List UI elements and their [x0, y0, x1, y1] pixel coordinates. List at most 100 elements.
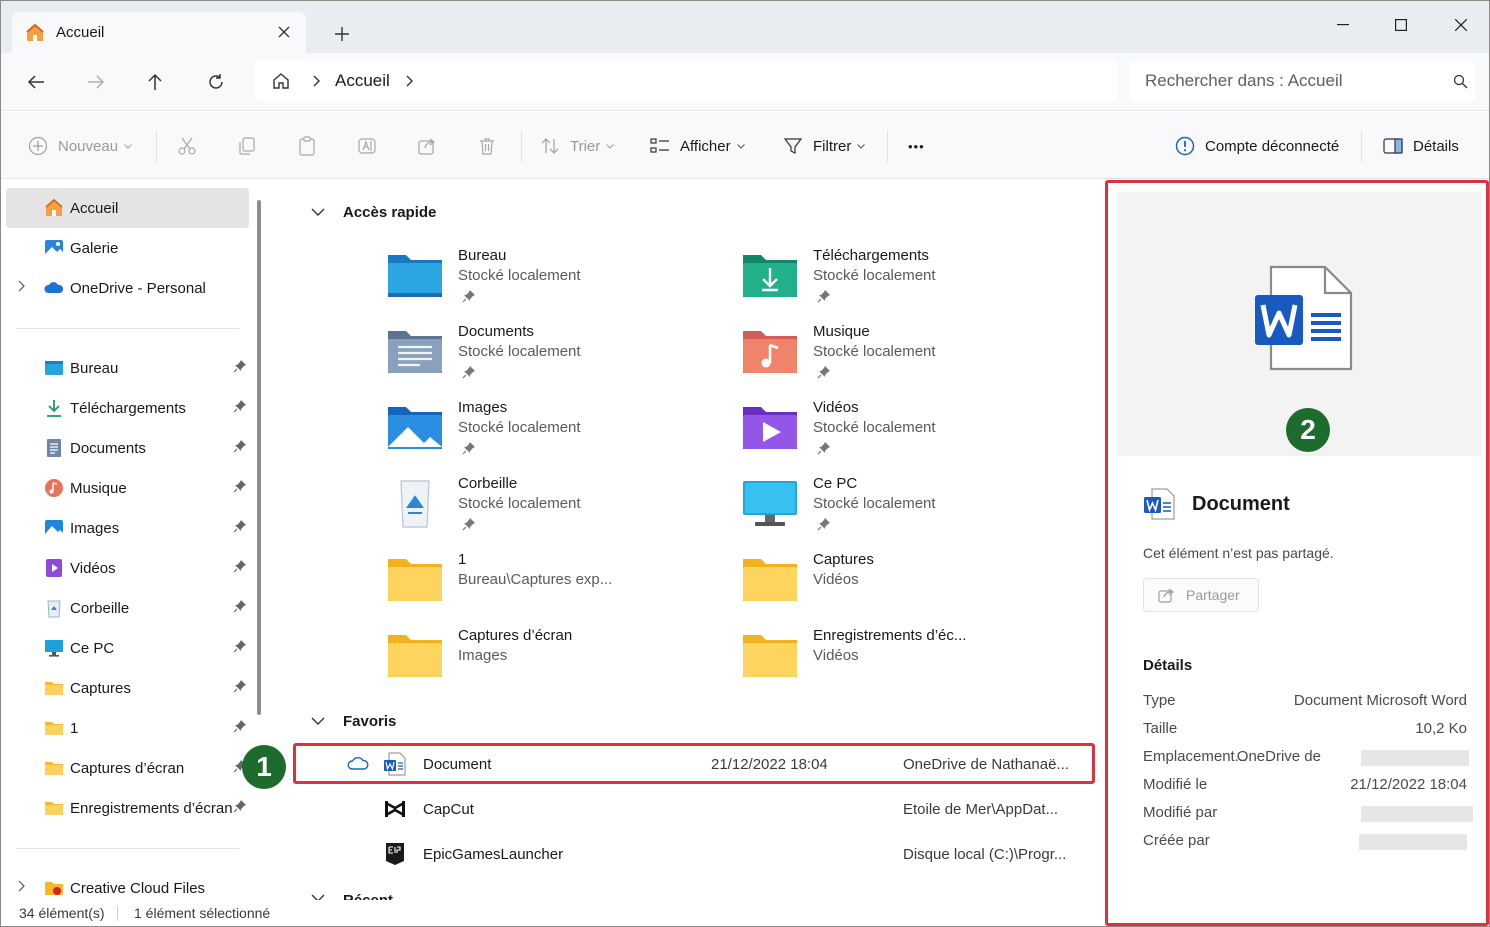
- sidebar-item-bureau[interactable]: Bureau: [6, 348, 249, 388]
- minimize-icon: [1337, 24, 1349, 26]
- share-button-label: Partager: [1186, 587, 1240, 603]
- qa-item-name: Téléchargements: [813, 247, 929, 264]
- chevron-right-icon[interactable]: [18, 880, 25, 892]
- home-outline-icon[interactable]: [271, 71, 291, 91]
- back-button[interactable]: [18, 64, 54, 100]
- documents-icon: [47, 439, 61, 457]
- sidebar-item-captures-ecran[interactable]: Captures d’écran: [6, 748, 249, 788]
- qa-item-ce-pc[interactable]: Ce PC Stocké localement: [741, 475, 1071, 545]
- details-pane-icon: [1383, 138, 1403, 154]
- search-box[interactable]: [1129, 61, 1475, 101]
- share-button[interactable]: [417, 128, 437, 164]
- command-bar: Nouveau Trier Afficher Filtrer ••• Compt…: [1, 112, 1489, 179]
- qa-item-bureau[interactable]: Bureau Stocké localement: [386, 247, 716, 317]
- word-document-large-icon: [1255, 265, 1353, 371]
- qa-item-name: Images: [458, 399, 508, 416]
- favorite-row-capcut[interactable]: CapCut Etoile de Mer\AppDat...: [293, 789, 1093, 829]
- maximize-button[interactable]: [1371, 5, 1431, 45]
- view-button[interactable]: Afficher: [650, 128, 745, 164]
- pin-icon[interactable]: [233, 439, 247, 457]
- search-input[interactable]: [1145, 71, 1435, 91]
- chevron-down-icon: [311, 208, 325, 216]
- sidebar-item-musique[interactable]: Musique: [6, 468, 249, 508]
- search-icon[interactable]: [1453, 74, 1468, 89]
- chevron-right-icon[interactable]: [313, 75, 321, 87]
- qa-item-telechargements[interactable]: Téléchargements Stocké localement: [741, 247, 1071, 317]
- breadcrumb[interactable]: Accueil: [335, 71, 390, 91]
- favorites-header[interactable]: Favoris: [311, 709, 396, 733]
- qa-item-videos[interactable]: Vidéos Stocké localement: [741, 399, 1071, 469]
- sidebar-item-onedrive[interactable]: OneDrive - Personal: [6, 268, 249, 308]
- sidebar-item-enregistrements-ecran[interactable]: Enregistrements d’écran: [6, 788, 249, 828]
- pin-icon[interactable]: [233, 599, 247, 617]
- close-window-button[interactable]: [1431, 5, 1489, 45]
- paste-button[interactable]: [297, 128, 317, 164]
- pin-icon[interactable]: [233, 679, 247, 697]
- up-button[interactable]: [137, 64, 173, 100]
- chevron-down-icon: [857, 143, 866, 149]
- pin-icon[interactable]: [233, 559, 247, 577]
- qa-item-1[interactable]: 1 Bureau\Captures exp...: [386, 551, 716, 621]
- details-pane: 2 Document Cet élément n’est pas partagé…: [1105, 180, 1489, 926]
- address-bar[interactable]: Accueil: [255, 61, 1117, 101]
- tab-accueil[interactable]: Accueil: [12, 12, 306, 53]
- favorite-row-epic[interactable]: EpicGamesLauncher Disque local (C:)\Prog…: [293, 834, 1093, 874]
- pin-icon[interactable]: [233, 519, 247, 537]
- new-button[interactable]: Nouveau: [28, 128, 132, 164]
- recent-header[interactable]: Récent: [311, 888, 393, 900]
- share-file-button[interactable]: Partager: [1143, 578, 1259, 612]
- pin-icon[interactable]: [233, 799, 247, 817]
- qa-item-enregistrements[interactable]: Enregistrements d’éc... Vidéos: [741, 627, 1071, 697]
- qa-item-captures-ecran[interactable]: Captures d’écran Images: [386, 627, 716, 697]
- chevron-right-icon[interactable]: [406, 75, 414, 87]
- refresh-button[interactable]: [198, 64, 234, 100]
- detail-key: Modifié le: [1143, 776, 1208, 793]
- qa-item-images[interactable]: Images Stocké localement: [386, 399, 716, 469]
- this-pc-icon: [743, 481, 797, 526]
- qa-item-musique[interactable]: Musique Stocké localement: [741, 323, 1071, 393]
- qa-item-name: 1: [458, 551, 467, 568]
- pin-icon[interactable]: [233, 639, 247, 657]
- redacted-field: [1359, 834, 1467, 850]
- sidebar-item-captures[interactable]: Captures: [6, 668, 249, 708]
- cut-button[interactable]: [177, 128, 197, 164]
- sort-button[interactable]: Trier: [540, 128, 615, 164]
- sidebar-scrollbar[interactable]: [257, 200, 261, 715]
- more-options-button[interactable]: •••: [908, 128, 925, 164]
- favorite-row-document[interactable]: Document 21/12/2022 18:04 OneDrive de Na…: [293, 744, 1093, 784]
- details-pane-button[interactable]: Détails: [1383, 128, 1459, 164]
- qa-item-documents[interactable]: Documents Stocké localement: [386, 323, 716, 393]
- quick-access-header[interactable]: Accès rapide: [311, 200, 436, 224]
- pin-icon[interactable]: [233, 399, 247, 417]
- minimize-button[interactable]: [1313, 5, 1373, 45]
- rename-icon: [358, 138, 376, 154]
- new-tab-button[interactable]: [327, 19, 357, 49]
- rename-button[interactable]: [357, 128, 377, 164]
- sidebar-item-corbeille[interactable]: Corbeille: [6, 588, 249, 628]
- detail-value: 10,2 Ko: [1415, 720, 1467, 737]
- sidebar-item-videos[interactable]: Vidéos: [6, 548, 249, 588]
- detail-row-size: Taille 10,2 Ko: [1143, 720, 1467, 740]
- sidebar-item-images[interactable]: Images: [6, 508, 249, 548]
- qa-item-sub: Bureau\Captures exp...: [458, 571, 613, 588]
- sidebar-item-ce-pc[interactable]: Ce PC: [6, 628, 249, 668]
- copy-button[interactable]: [237, 128, 257, 164]
- pin-icon[interactable]: [233, 479, 247, 497]
- pin-icon[interactable]: [233, 719, 247, 737]
- delete-button[interactable]: [477, 128, 497, 164]
- tab-title: Accueil: [56, 24, 105, 41]
- close-tab-icon[interactable]: [274, 22, 294, 42]
- forward-button[interactable]: [78, 64, 114, 100]
- sidebar-item-1[interactable]: 1: [6, 708, 249, 748]
- pin-icon[interactable]: [233, 359, 247, 377]
- qa-item-captures[interactable]: Captures Vidéos: [741, 551, 1071, 621]
- qa-item-corbeille[interactable]: Corbeille Stocké localement: [386, 475, 716, 545]
- filter-button[interactable]: Filtrer: [783, 128, 866, 164]
- sidebar-item-accueil[interactable]: Accueil: [6, 188, 249, 228]
- account-status-button[interactable]: Compte déconnecté: [1175, 128, 1339, 164]
- sidebar-item-galerie[interactable]: Galerie: [6, 228, 249, 268]
- detail-row-created-by: Créée par: [1143, 832, 1467, 852]
- chevron-right-icon[interactable]: [18, 280, 25, 292]
- sidebar-item-documents[interactable]: Documents: [6, 428, 249, 468]
- sidebar-item-telechargements[interactable]: Téléchargements: [6, 388, 249, 428]
